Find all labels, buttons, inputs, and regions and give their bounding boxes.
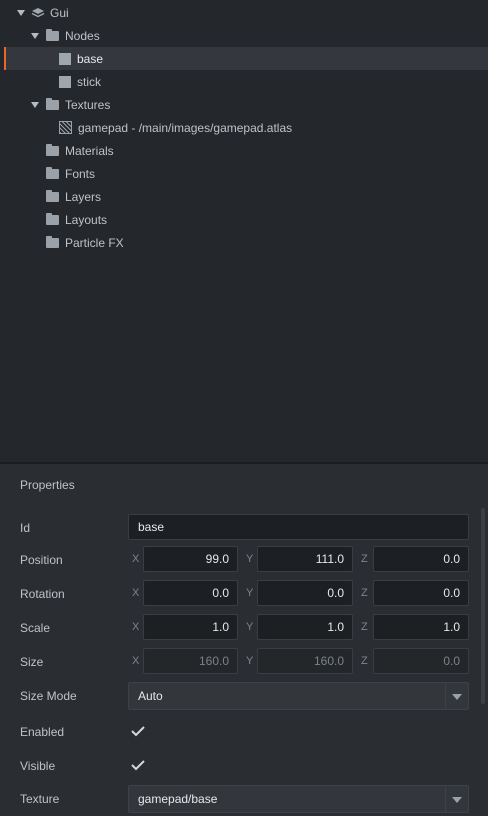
- properties-title: Properties: [20, 478, 75, 492]
- folder-icon: [46, 235, 59, 248]
- folder-icon: [46, 212, 59, 225]
- scale-z-input[interactable]: 1.0: [373, 614, 469, 640]
- tree-item-label: Particle FX: [65, 235, 124, 250]
- axis-x-label: X: [132, 553, 140, 565]
- size-mode-value: Auto: [138, 689, 163, 703]
- property-visible: Visible: [0, 752, 480, 780]
- chevron-down-icon[interactable]: [31, 32, 39, 39]
- texture-select[interactable]: gamepad/base: [128, 785, 469, 813]
- property-texture: Texture gamepad/base: [0, 785, 480, 813]
- tree-item-node-stick[interactable]: stick: [6, 70, 488, 93]
- property-label: Id: [20, 521, 31, 535]
- axis-z-label: Z: [361, 655, 368, 667]
- properties-scrollbar[interactable]: [481, 508, 485, 704]
- axis-x-label: X: [132, 587, 140, 599]
- rotation-x-input[interactable]: 0.0: [143, 580, 238, 606]
- tree-item-nodes[interactable]: Nodes: [6, 24, 488, 47]
- property-label: Size: [20, 655, 44, 669]
- tree-item-particlefx[interactable]: Particle FX: [6, 231, 488, 254]
- size-mode-select[interactable]: Auto: [128, 682, 469, 710]
- scale-x-input[interactable]: 1.0: [143, 614, 238, 640]
- rotation-y-input[interactable]: 0.0: [257, 580, 353, 606]
- axis-y-label: Y: [246, 553, 254, 565]
- axis-y-label: Y: [246, 655, 254, 667]
- box-node-icon: [59, 75, 71, 88]
- chevron-down-icon[interactable]: [445, 683, 468, 709]
- enabled-checkbox[interactable]: [128, 721, 148, 741]
- checkmark-icon: [131, 726, 145, 737]
- size-y-input: 160.0: [257, 648, 353, 674]
- axis-z-label: Z: [361, 553, 368, 565]
- tree-item-materials[interactable]: Materials: [6, 139, 488, 162]
- tree-item-label: gamepad - /main/images/gamepad.atlas: [78, 120, 293, 135]
- tree-item-label: Materials: [65, 143, 114, 158]
- size-z-input: 0.0: [373, 648, 469, 674]
- property-label: Texture: [20, 792, 60, 806]
- chevron-down-icon[interactable]: [31, 101, 39, 108]
- property-label: Rotation: [20, 587, 65, 601]
- folder-icon: [46, 143, 59, 156]
- texture-value: gamepad/base: [138, 792, 218, 806]
- property-label: Position: [20, 553, 63, 567]
- property-label: Visible: [20, 759, 56, 773]
- checkmark-icon: [131, 760, 145, 771]
- tree-item-textures[interactable]: Textures: [6, 93, 488, 116]
- axis-z-label: Z: [361, 587, 368, 599]
- property-scale: Scale X 1.0 Y 1.0 Z 1.0: [0, 614, 480, 642]
- tree-item-label: Layouts: [65, 212, 108, 227]
- scale-y-input[interactable]: 1.0: [257, 614, 353, 640]
- position-z-input[interactable]: 0.0: [373, 546, 469, 572]
- position-x-input[interactable]: 99.0: [143, 546, 238, 572]
- tree-item-layers[interactable]: Layers: [6, 185, 488, 208]
- selection-indicator: [4, 47, 6, 70]
- axis-x-label: X: [132, 655, 140, 667]
- property-rotation: Rotation X 0.0 Y 0.0 Z 0.0: [0, 580, 480, 608]
- size-x-input: 160.0: [143, 648, 238, 674]
- folder-icon: [46, 28, 59, 41]
- box-node-icon: [59, 52, 71, 65]
- tree-item-label: Fonts: [65, 166, 96, 181]
- property-label: Scale: [20, 621, 51, 635]
- properties-panel: Properties Id base Position X 99.0 Y 111…: [0, 464, 488, 816]
- property-label: Size Mode: [20, 689, 77, 703]
- tree-item-label: stick: [77, 74, 101, 89]
- axis-x-label: X: [132, 621, 140, 633]
- tree-item-label: base: [77, 51, 104, 66]
- folder-icon: [46, 189, 59, 202]
- axis-y-label: Y: [246, 587, 254, 599]
- axis-y-label: Y: [246, 621, 254, 633]
- tree-item-label: Nodes: [65, 28, 100, 43]
- position-y-input[interactable]: 111.0: [257, 546, 353, 572]
- property-id: Id base: [0, 514, 480, 542]
- chevron-down-icon[interactable]: [445, 786, 468, 812]
- gui-layers-icon: [31, 7, 45, 19]
- tree-item-label: Layers: [65, 189, 102, 204]
- property-enabled: Enabled: [0, 718, 480, 746]
- tree-item-label: Textures: [65, 97, 111, 112]
- property-size-mode: Size Mode Auto: [0, 682, 480, 710]
- tree-item-node-base[interactable]: base: [6, 47, 488, 70]
- chevron-down-icon[interactable]: [17, 9, 25, 16]
- tree-item-fonts[interactable]: Fonts: [6, 162, 488, 185]
- tree-item-label: Gui: [50, 5, 69, 20]
- visible-checkbox[interactable]: [128, 755, 148, 775]
- tree-item-layouts[interactable]: Layouts: [6, 208, 488, 231]
- tree-item-gui[interactable]: Gui: [6, 1, 488, 24]
- folder-icon: [46, 166, 59, 179]
- property-label: Enabled: [20, 725, 65, 739]
- tree-item-texture-gamepad[interactable]: gamepad - /main/images/gamepad.atlas: [6, 116, 488, 139]
- property-size: Size X 160.0 Y 160.0 Z 0.0: [0, 648, 480, 676]
- outline-panel: Gui Nodes base stick Textures gamepad - …: [0, 0, 488, 462]
- folder-icon: [46, 97, 59, 110]
- atlas-icon: [59, 121, 72, 134]
- id-input[interactable]: base: [128, 514, 469, 540]
- axis-z-label: Z: [361, 621, 368, 633]
- property-position: Position X 99.0 Y 111.0 Z 0.0: [0, 546, 480, 574]
- rotation-z-input[interactable]: 0.0: [373, 580, 469, 606]
